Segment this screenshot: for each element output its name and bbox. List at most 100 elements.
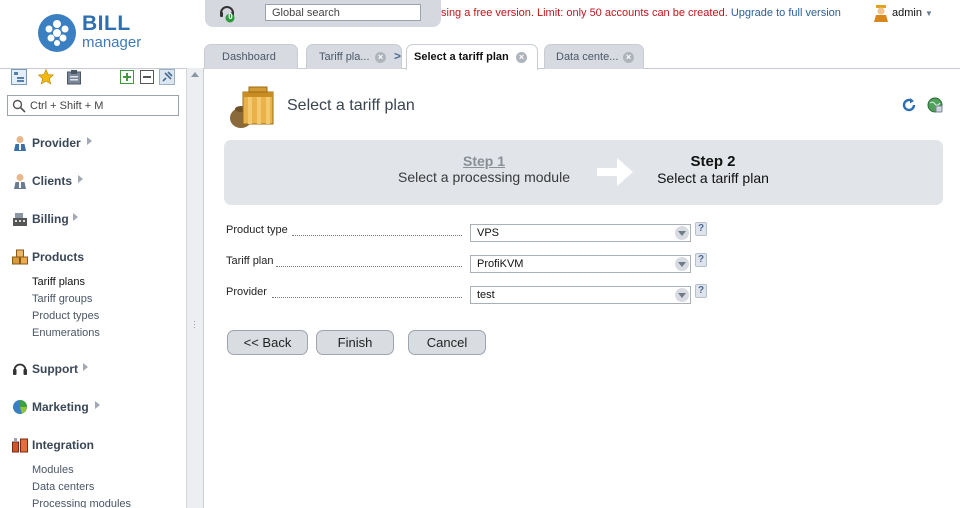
tab-label: Dashboard <box>222 51 276 63</box>
tab-data-centers[interactable]: Data cente... × <box>544 44 644 69</box>
back-button[interactable]: << Back <box>227 330 308 355</box>
select-value: test <box>477 289 495 301</box>
sidebar-item-tariff-groups[interactable]: Tariff groups <box>32 293 92 305</box>
chevron-right-icon <box>73 213 78 221</box>
sidebar-section-label: Products <box>32 250 85 264</box>
page-title: Select a tariff plan <box>287 97 415 114</box>
tab-label: Tariff pla... <box>319 51 370 63</box>
sidebar-section-marketing[interactable]: Marketing <box>12 399 112 417</box>
collapse-all-icon[interactable] <box>139 69 155 85</box>
pin-icon[interactable] <box>159 69 175 85</box>
user-name: admin <box>892 7 922 19</box>
sidebar-item-tariff-plans[interactable]: Tariff plans <box>32 276 85 288</box>
sidebar-section-support[interactable]: Support <box>12 361 112 379</box>
arrow-right-icon <box>595 154 635 190</box>
integration-icon <box>12 437 28 453</box>
chevron-down-icon: ▼ <box>925 9 933 18</box>
wizard-step-1[interactable]: Step 1 Select a processing module <box>390 153 578 185</box>
close-icon[interactable]: × <box>623 52 634 63</box>
products-boxes-icon <box>12 249 28 265</box>
form-row-product-type: Product type VPS ? <box>226 222 726 244</box>
label-leader-dots <box>292 235 462 236</box>
chevron-right-icon <box>83 363 88 371</box>
help-globe-icon[interactable] <box>927 97 943 113</box>
tab-tariff-plans[interactable]: Tariff pla... × <box>306 44 402 69</box>
sidebar-section-label: Marketing <box>32 400 89 414</box>
app-root: BILL manager 0 sing a free version. Limi… <box>0 0 960 508</box>
tab-dashboard[interactable]: Dashboard <box>204 44 298 69</box>
provider-icon <box>12 135 28 151</box>
chevron-down-icon[interactable] <box>675 226 689 240</box>
provider-select[interactable]: test <box>470 286 691 304</box>
sidebar-section-label: Billing <box>32 212 69 226</box>
clipboard-icon[interactable] <box>66 69 82 85</box>
sidebar-item-enumerations[interactable]: Enumerations <box>32 327 100 339</box>
sidebar-section-label: Clients <box>32 174 73 188</box>
select-value: ProfiKVM <box>477 258 524 270</box>
pie-chart-icon <box>12 399 28 415</box>
close-icon[interactable]: × <box>516 52 527 63</box>
chevron-down-icon[interactable] <box>675 257 689 271</box>
sidebar-search-box <box>7 95 179 116</box>
product-type-select[interactable]: VPS <box>470 224 691 242</box>
field-label: Tariff plan <box>226 255 274 267</box>
upgrade-link[interactable]: Upgrade to full version <box>731 7 841 19</box>
sidebar-splitter[interactable]: · · · <box>186 68 204 508</box>
cash-register-icon <box>12 211 28 227</box>
label-leader-dots <box>276 266 462 267</box>
field-label: Provider <box>226 286 267 298</box>
notification-count: 0 <box>228 12 233 21</box>
tariff-plan-select[interactable]: ProfiKVM <box>470 255 691 273</box>
step-title: Step 2 <box>690 153 736 170</box>
select-value: VPS <box>477 227 500 239</box>
help-question-icon[interactable]: ? <box>695 253 707 267</box>
tab-select-tariff-plan[interactable]: Select a tariff plan × <box>406 44 538 70</box>
help-question-icon[interactable]: ? <box>695 284 707 298</box>
search-icon <box>12 99 26 113</box>
wizard-steps-panel: Step 1 Select a processing module Step 2… <box>224 140 943 205</box>
scroll-up-icon[interactable] <box>191 72 199 77</box>
step-description: Select a tariff plan <box>657 170 769 186</box>
chevron-right-icon <box>95 401 100 409</box>
tab-label: Select a tariff plan <box>414 51 509 63</box>
finish-button[interactable]: Finish <box>316 330 394 355</box>
expand-all-icon[interactable] <box>119 69 135 85</box>
sidebar-section-billing[interactable]: Billing <box>12 211 112 229</box>
tab-bar: Dashboard Tariff pla... × Select a tarif… <box>0 44 960 70</box>
tree-view-icon[interactable] <box>11 69 27 85</box>
step-title[interactable]: Step 1 <box>390 153 578 169</box>
sidebar-section-label: Integration <box>32 438 94 452</box>
license-banner: sing a free version. Limit: only 50 acco… <box>441 7 841 19</box>
license-warning: sing a free version. Limit: only 50 acco… <box>441 7 728 19</box>
help-question-icon[interactable]: ? <box>695 222 707 236</box>
splitter-grip-icon[interactable]: · · · <box>193 317 196 332</box>
cancel-button[interactable]: Cancel <box>408 330 486 355</box>
sidebar-item-modules[interactable]: Modules <box>32 464 74 476</box>
sidebar-section-clients[interactable]: Clients <box>12 173 112 191</box>
sidebar-section-provider[interactable]: Provider <box>12 135 112 153</box>
refresh-icon[interactable] <box>901 97 917 113</box>
clients-icon <box>12 173 28 189</box>
form-row-provider: Provider test ? <box>226 284 726 306</box>
form-row-tariff-plan: Tariff plan ProfiKVM ? <box>226 253 726 275</box>
chevron-down-icon[interactable] <box>675 288 689 302</box>
star-icon[interactable] <box>37 68 55 85</box>
sidebar: Provider Clients Billing Products Tari <box>0 68 186 508</box>
sidebar-search-input[interactable] <box>30 98 176 113</box>
top-bar: 0 <box>205 0 441 27</box>
field-label: Product type <box>226 224 288 236</box>
global-search-input[interactable] <box>265 4 421 21</box>
headset-notification-icon[interactable]: 0 <box>217 3 237 23</box>
sidebar-section-label: Provider <box>32 136 81 150</box>
chevron-right-icon <box>78 175 83 183</box>
sidebar-section-integration[interactable]: Integration <box>12 437 112 455</box>
sidebar-item-processing-modules[interactable]: Processing modules <box>32 498 131 508</box>
close-icon[interactable]: × <box>375 52 386 63</box>
sidebar-item-data-centers[interactable]: Data centers <box>32 481 94 493</box>
sidebar-section-products[interactable]: Products <box>12 249 112 267</box>
sidebar-item-product-types[interactable]: Product types <box>32 310 99 322</box>
sidebar-section-label: Support <box>32 362 78 376</box>
headset-icon <box>12 361 28 377</box>
step-description: Select a processing module <box>398 169 570 185</box>
tab-label: Data cente... <box>556 51 619 63</box>
